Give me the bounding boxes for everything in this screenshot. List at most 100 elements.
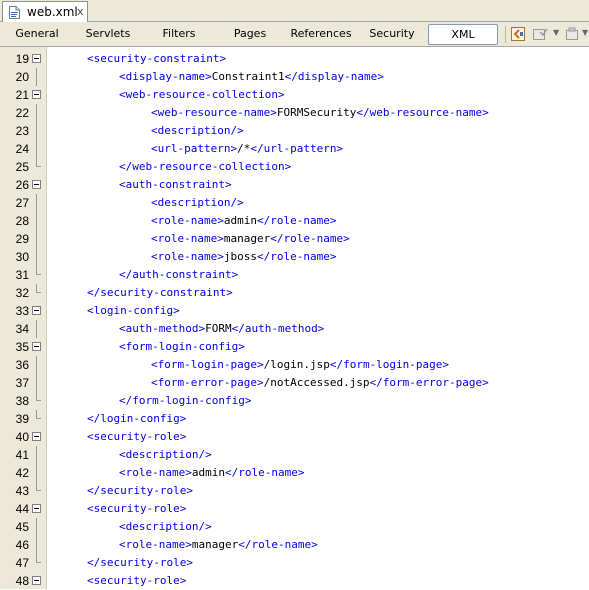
line-number: 44 xyxy=(15,502,29,516)
fold-guide-line xyxy=(36,104,37,122)
tab-servlets[interactable]: Servlets xyxy=(78,22,138,46)
file-tab[interactable]: web.xml x xyxy=(2,1,88,22)
fold-guide-line xyxy=(36,140,37,158)
code-text: <role-name>admin</role-name> xyxy=(119,464,304,482)
validate-icon[interactable] xyxy=(532,26,548,42)
fold-end-marker xyxy=(36,158,41,167)
xml-tag: <role-name> xyxy=(119,538,192,551)
line-number: 39 xyxy=(15,412,29,426)
fold-collapse-icon[interactable] xyxy=(32,306,41,315)
tab-security[interactable]: Security xyxy=(364,22,420,46)
code-line[interactable]: 34 <auth-method>FORM</auth-method> xyxy=(0,320,589,338)
tab-filters[interactable]: Filters xyxy=(150,22,208,46)
xml-tag: </form-login-config> xyxy=(119,394,252,407)
code-line[interactable]: 27 <description/> xyxy=(0,194,589,212)
code-text: <security-constraint> xyxy=(87,50,226,68)
fold-collapse-icon[interactable] xyxy=(32,180,41,189)
xml-file-icon xyxy=(9,6,20,19)
code-line[interactable]: 40 <security-role> xyxy=(0,428,589,446)
xml-tag: </url-pattern> xyxy=(250,142,344,155)
code-text: <auth-method>FORM</auth-method> xyxy=(119,320,324,338)
back-to-previous-icon[interactable] xyxy=(510,26,526,42)
xml-text-value: manager xyxy=(223,232,271,245)
xml-tag: <security-constraint> xyxy=(87,52,227,65)
xml-tag: <form-login-config> xyxy=(119,340,245,353)
code-line[interactable]: 31 </auth-constraint> xyxy=(0,266,589,284)
code-text: </security-role> xyxy=(87,554,193,572)
line-number: 28 xyxy=(15,214,29,228)
tab-xml[interactable]: XML xyxy=(428,24,498,45)
code-line[interactable]: 32 </security-constraint> xyxy=(0,284,589,302)
xml-text-value: admin xyxy=(223,214,257,227)
code-line[interactable]: 47 </security-role> xyxy=(0,554,589,572)
xml-tag: </web-resource-name> xyxy=(356,106,489,119)
xml-tag: </auth-method> xyxy=(231,322,325,335)
fold-collapse-icon[interactable] xyxy=(32,504,41,513)
code-line[interactable]: 20 <display-name>Constraint1</display-nam… xyxy=(0,68,589,86)
xml-tag: <security-role> xyxy=(87,574,187,587)
fold-collapse-icon[interactable] xyxy=(32,432,41,441)
xml-tag: <web-resource-name> xyxy=(151,106,277,119)
code-text: <security-role> xyxy=(87,572,186,590)
xml-tag: </web-resource-collection> xyxy=(119,160,292,173)
line-number: 31 xyxy=(15,268,29,282)
file-tab-name: web.xml xyxy=(27,5,78,19)
code-line[interactable]: 22 <web-resource-name>FORMSecurity</web-r… xyxy=(0,104,589,122)
code-line[interactable]: 23 <description/> xyxy=(0,122,589,140)
fold-collapse-icon[interactable] xyxy=(32,342,41,351)
code-line[interactable]: 46 <role-name>manager</role-name> xyxy=(0,536,589,554)
fold-collapse-icon[interactable] xyxy=(32,90,41,99)
line-number: 26 xyxy=(15,178,29,192)
run-icon[interactable] xyxy=(564,26,580,42)
code-line[interactable]: 36 <form-login-page>/login.jsp</form-logi… xyxy=(0,356,589,374)
code-line[interactable]: 21 <web-resource-collection> xyxy=(0,86,589,104)
code-line[interactable]: 42 <role-name>admin</role-name> xyxy=(0,464,589,482)
dropdown-arrow-icon[interactable]: ▼ xyxy=(553,28,559,37)
xml-tag: </login-config> xyxy=(87,412,187,425)
xml-text-value: manager xyxy=(191,538,239,551)
xml-tag: </display-name> xyxy=(284,70,384,83)
fold-end-marker xyxy=(36,284,41,293)
code-line[interactable]: 25 </web-resource-collection> xyxy=(0,158,589,176)
xml-text-value: FORM xyxy=(205,322,232,335)
code-line[interactable]: 44 <security-role> xyxy=(0,500,589,518)
xml-editor[interactable]: 19 <security-constraint> 20 <display-name>C… xyxy=(0,47,589,589)
dropdown-arrow-icon[interactable]: ▼ xyxy=(582,28,588,37)
code-line[interactable]: 35 <form-login-config> xyxy=(0,338,589,356)
editor-view-tabs: General Servlets Filters Pages Reference… xyxy=(0,22,589,47)
close-tab-icon[interactable]: x xyxy=(77,5,84,18)
code-line[interactable]: 38 </form-login-config> xyxy=(0,392,589,410)
line-number: 43 xyxy=(15,484,29,498)
code-line[interactable]: 30 <role-name>jboss</role-name> xyxy=(0,248,589,266)
line-number: 46 xyxy=(15,538,29,552)
xml-tag: <description/> xyxy=(119,520,212,533)
fold-end-marker xyxy=(36,392,41,401)
fold-collapse-icon[interactable] xyxy=(32,576,41,585)
tab-general[interactable]: General xyxy=(8,22,66,46)
code-line[interactable]: 39 </login-config> xyxy=(0,410,589,428)
xml-tag: <display-name> xyxy=(119,70,212,83)
xml-text-value: jboss xyxy=(223,250,257,263)
xml-tag: <role-name> xyxy=(151,250,224,263)
code-line[interactable]: 19 <security-constraint> xyxy=(0,50,589,68)
code-text: <description/> xyxy=(151,122,244,140)
code-line[interactable]: 45 <description/> xyxy=(0,518,589,536)
fold-end-marker xyxy=(36,266,41,275)
code-line[interactable]: 29 <role-name>manager</role-name> xyxy=(0,230,589,248)
tab-references[interactable]: References xyxy=(286,22,356,46)
code-line[interactable]: 48 <security-role> xyxy=(0,572,589,590)
fold-guide-line xyxy=(36,518,37,536)
code-line[interactable]: 37 <form-error-page>/notAccessed.jsp</for… xyxy=(0,374,589,392)
code-line[interactable]: 26 <auth-constraint> xyxy=(0,176,589,194)
code-line[interactable]: 41 <description/> xyxy=(0,446,589,464)
fold-guide-line xyxy=(36,320,37,338)
code-line[interactable]: 28 <role-name>admin</role-name> xyxy=(0,212,589,230)
code-line[interactable]: 24 <url-pattern>/*</url-pattern> xyxy=(0,140,589,158)
tab-pages[interactable]: Pages xyxy=(222,22,278,46)
line-number: 45 xyxy=(15,520,29,534)
fold-collapse-icon[interactable] xyxy=(32,54,41,63)
code-line[interactable]: 43 </security-role> xyxy=(0,482,589,500)
xml-tag: <web-resource-collection> xyxy=(119,88,285,101)
code-line[interactable]: 33 <login-config> xyxy=(0,302,589,320)
fold-guide-line xyxy=(36,194,37,212)
